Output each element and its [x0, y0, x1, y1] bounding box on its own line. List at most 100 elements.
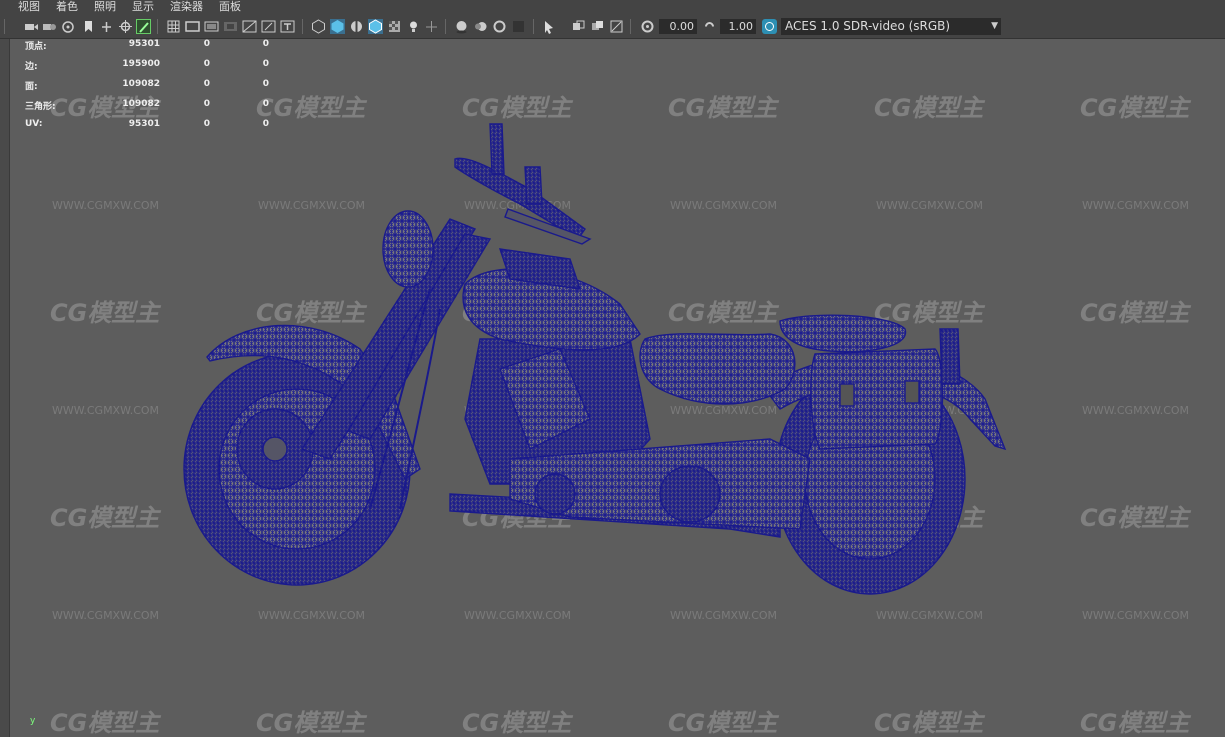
color-space-dropdown[interactable]: ACES 1.0 SDR-video (sRGB) ▼: [781, 18, 1001, 35]
hud-row: 面: 109082 0 0: [25, 79, 285, 99]
watermark-logo: CG模型主: [668, 709, 779, 737]
menu-shading[interactable]: 着色: [56, 0, 78, 14]
hud-value-total: 109082: [122, 79, 160, 89]
watermark-logo: CG模型主: [874, 94, 985, 122]
hud-value-selected: 0: [203, 99, 210, 109]
chevron-down-icon: ▼: [991, 21, 998, 31]
color-space-value: ACES 1.0 SDR-video (sRGB): [785, 19, 951, 33]
hud-value-triangles: 0: [262, 99, 269, 109]
watermark-logo: CG模型主: [462, 94, 573, 122]
hud-value-selected: 0: [203, 119, 210, 129]
isolate-select-icon[interactable]: [542, 19, 557, 34]
menu-show[interactable]: 显示: [132, 0, 154, 14]
hud-value-triangles: 0: [262, 59, 269, 69]
textured-icon[interactable]: [387, 19, 402, 34]
hud-row: UV: 95301 0 0: [25, 119, 285, 139]
ambient-occlusion-icon[interactable]: [454, 19, 469, 34]
watermark-url: WWW.CGMXW.COM: [670, 404, 777, 417]
xray-icon[interactable]: [571, 19, 586, 34]
wireframe-on-shaded-icon[interactable]: [368, 19, 383, 34]
exposure-field[interactable]: 0.00: [659, 19, 697, 34]
menu-renderer[interactable]: 渲染器: [170, 0, 203, 14]
watermark-url: WWW.CGMXW.COM: [52, 609, 159, 622]
watermark-url: WWW.CGMXW.COM: [52, 404, 159, 417]
use-all-lights-icon[interactable]: [406, 19, 421, 34]
motorcycle-wireframe: [183, 123, 1007, 595]
left-strip: [0, 39, 10, 737]
saddlebag: [810, 348, 944, 450]
headlight: [382, 210, 434, 288]
seat: [639, 333, 796, 405]
field-chart-icon[interactable]: [242, 19, 257, 34]
xray-joints-icon[interactable]: [609, 19, 624, 34]
move-tool-icon[interactable]: [118, 19, 133, 34]
safe-action-icon[interactable]: [261, 19, 276, 34]
grease-pencil-icon[interactable]: [136, 19, 151, 34]
menu-view[interactable]: 视图: [18, 0, 40, 14]
wireframe-icon[interactable]: [311, 19, 326, 34]
watermark-logo: CG模型主: [50, 299, 161, 327]
resolution-gate-icon[interactable]: [204, 19, 219, 34]
smooth-shade-icon[interactable]: [330, 19, 345, 34]
hud-value-selected: 0: [203, 39, 210, 49]
menu-panels[interactable]: 面板: [219, 0, 241, 14]
hud-label: 边:: [25, 62, 38, 72]
menu-lighting[interactable]: 照明: [94, 0, 116, 14]
shadows-icon[interactable]: [424, 19, 439, 34]
anti-aliasing-icon[interactable]: [492, 19, 507, 34]
watermark-logo: CG模型主: [668, 299, 779, 327]
hud-value-total: 95301: [128, 119, 160, 129]
viewport-toolbar: 0.00 1.00 ACES 1.0 SDR-video (sRGB) ▼: [0, 14, 1225, 39]
depth-of-field-icon[interactable]: [511, 19, 526, 34]
watermark-url: WWW.CGMXW.COM: [876, 199, 983, 212]
default-material-icon[interactable]: [349, 19, 364, 34]
film-gate-icon[interactable]: [185, 19, 200, 34]
camera-attributes-icon[interactable]: [42, 19, 57, 34]
watermark-url: WWW.CGMXW.COM: [464, 609, 571, 622]
select-camera-icon[interactable]: [24, 19, 39, 34]
watermark-url: WWW.CGMXW.COM: [670, 199, 777, 212]
watermark-logo: CG模型主: [1080, 94, 1191, 122]
two-d-pan-zoom-icon[interactable]: [99, 19, 114, 34]
hud-label: 三角形:: [25, 102, 56, 112]
hud-value-selected: 0: [203, 59, 210, 69]
hud-label: UV:: [25, 119, 43, 129]
safe-title-icon[interactable]: [280, 19, 295, 34]
color-management-icon[interactable]: [762, 19, 777, 34]
image-plane-icon[interactable]: [61, 19, 76, 34]
watermark-url: WWW.CGMXW.COM: [1082, 609, 1189, 622]
watermark-logo: CG模型主: [256, 709, 367, 737]
hud-label: 面:: [25, 82, 38, 92]
watermark-url: WWW.CGMXW.COM: [258, 609, 365, 622]
watermark-url: WWW.CGMXW.COM: [876, 609, 983, 622]
axis-label-y: y: [30, 716, 36, 726]
grid-icon[interactable]: [166, 19, 181, 34]
hud-row: 边: 195900 0 0: [25, 59, 285, 79]
hud-value-triangles: 0: [262, 79, 269, 89]
gamma-field[interactable]: 1.00: [720, 19, 756, 34]
watermark-url: WWW.CGMXW.COM: [1082, 199, 1189, 212]
exposure-icon[interactable]: [640, 19, 655, 34]
watermark-logo: CG模型主: [1080, 504, 1191, 532]
motion-blur-icon[interactable]: [473, 19, 488, 34]
watermark-logo: CG模型主: [1080, 299, 1191, 327]
watermark-url: WWW.CGMXW.COM: [1082, 404, 1189, 417]
hud-row: 顶点: 95301 0 0: [25, 39, 285, 59]
xray-active-components-icon[interactable]: [590, 19, 605, 34]
hud-value-total: 109082: [122, 99, 160, 109]
gamma-icon[interactable]: [702, 19, 717, 34]
hud-value-triangles: 0: [262, 39, 269, 49]
watermark-url: WWW.CGMXW.COM: [52, 199, 159, 212]
hud-value-total: 195900: [122, 59, 160, 69]
viewport-canvas[interactable]: CG模型主 WWW.CGMXW.COM CG模型主 WWW.CGMXW.COM CG模型…: [10, 39, 1225, 737]
hud-value-total: 95301: [128, 39, 160, 49]
watermark-logo: CG模型主: [668, 94, 779, 122]
watermark-logo: CG模型主: [50, 504, 161, 532]
watermark-logo: CG模型主: [462, 709, 573, 737]
gate-mask-icon[interactable]: [223, 19, 238, 34]
watermark-url: WWW.CGMXW.COM: [258, 199, 365, 212]
watermark-url: WWW.CGMXW.COM: [670, 609, 777, 622]
bookmark-icon[interactable]: [81, 19, 96, 34]
hud-row: 三角形: 109082 0 0: [25, 99, 285, 119]
watermark-logo: CG模型主: [50, 709, 161, 737]
